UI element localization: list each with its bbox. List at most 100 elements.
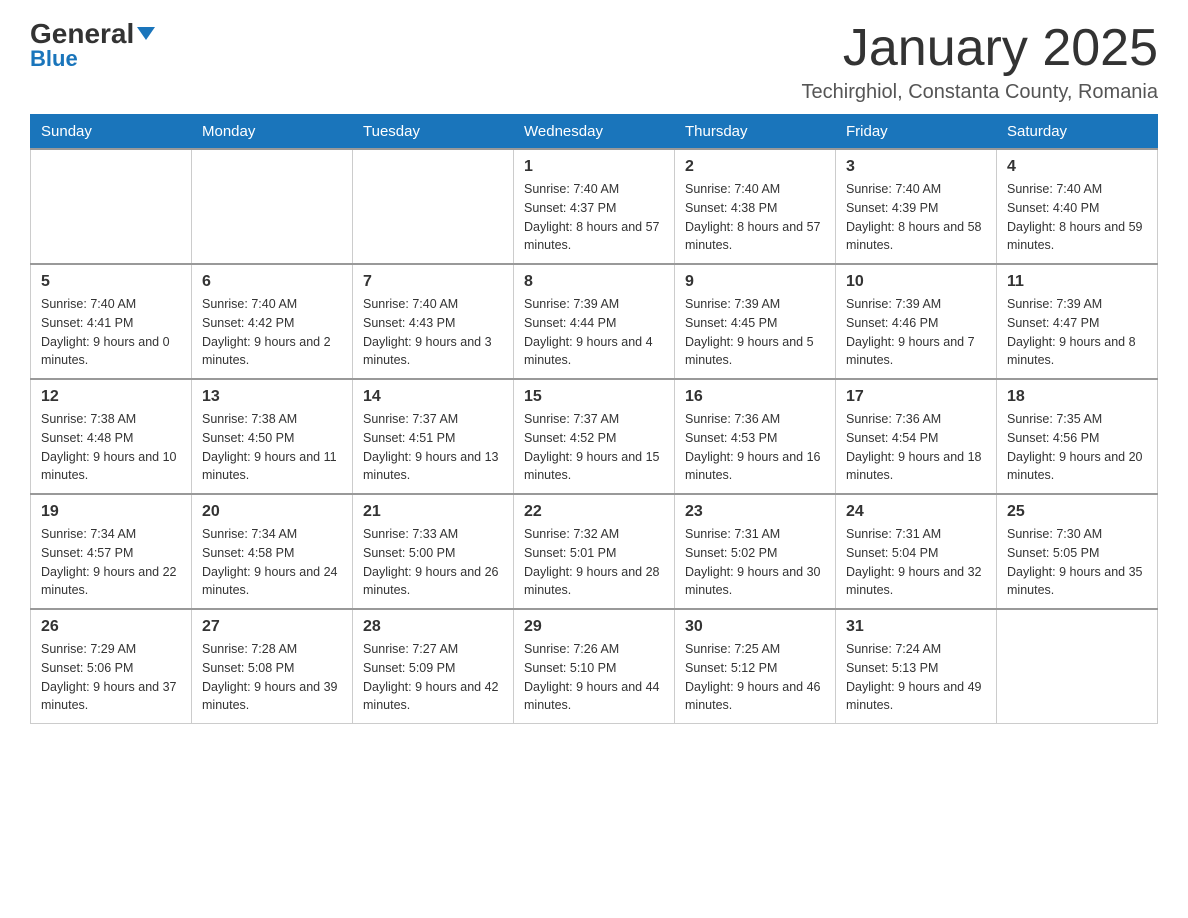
calendar-week-2: 5 Sunrise: 7:40 AM Sunset: 4:41 PM Daylig… <box>31 264 1158 379</box>
calendar-week-5: 26 Sunrise: 7:29 AM Sunset: 5:06 PM Dayli… <box>31 609 1158 724</box>
calendar-cell: 12 Sunrise: 7:38 AM Sunset: 4:48 PM Dayli… <box>31 379 192 494</box>
logo: General Blue <box>30 20 155 72</box>
calendar-cell: 14Sunrise: 7:37 AM Sunset: 4:51 PM Dayli… <box>353 379 514 494</box>
calendar-cell: 22 Sunrise: 7:32 AM Sunset: 5:01 PM Dayli… <box>514 494 675 609</box>
day-number: 3 <box>846 158 986 176</box>
day-number: 8 <box>524 273 664 291</box>
day-number: 28 <box>363 618 503 636</box>
calendar-cell: 28 Sunrise: 7:27 AM Sunset: 5:09 PM Dayli… <box>353 609 514 724</box>
day-info: Sunrise: 7:26 AM Sunset: 5:10 PM Dayligh… <box>524 640 664 715</box>
day-number: 31 <box>846 618 986 636</box>
day-number: 2 <box>685 158 825 176</box>
calendar-cell: 10 Sunrise: 7:39 AM Sunset: 4:46 PM Dayli… <box>836 264 997 379</box>
day-info: Sunrise: 7:40 AM Sunset: 4:37 PM Dayligh… <box>524 180 664 255</box>
day-number: 25 <box>1007 503 1147 521</box>
day-number: 30 <box>685 618 825 636</box>
day-number: 4 <box>1007 158 1147 176</box>
day-number: 9 <box>685 273 825 291</box>
header-sunday: Sunday <box>31 115 192 150</box>
day-info: Sunrise: 7:39 AM Sunset: 4:45 PM Dayligh… <box>685 295 825 370</box>
day-info: Sunrise: 7:37 AM Sunset: 4:51 PM Dayligh… <box>363 410 503 485</box>
day-info: Sunrise: 7:40 AM Sunset: 4:43 PM Dayligh… <box>363 295 503 370</box>
day-info: Sunrise: 7:40 AM Sunset: 4:40 PM Dayligh… <box>1007 180 1147 255</box>
day-info: Sunrise: 7:30 AM Sunset: 5:05 PM Dayligh… <box>1007 525 1147 600</box>
header-monday: Monday <box>192 115 353 150</box>
calendar-cell <box>192 149 353 264</box>
calendar-cell <box>353 149 514 264</box>
day-number: 20 <box>202 503 342 521</box>
day-info: Sunrise: 7:40 AM Sunset: 4:42 PM Dayligh… <box>202 295 342 370</box>
day-info: Sunrise: 7:40 AM Sunset: 4:38 PM Dayligh… <box>685 180 825 255</box>
day-info: Sunrise: 7:37 AM Sunset: 4:52 PM Dayligh… <box>524 410 664 485</box>
day-info: Sunrise: 7:35 AM Sunset: 4:56 PM Dayligh… <box>1007 410 1147 485</box>
title-area: January 2025 Techirghiol, Constanta Coun… <box>802 20 1158 104</box>
calendar-week-4: 19Sunrise: 7:34 AM Sunset: 4:57 PM Dayli… <box>31 494 1158 609</box>
calendar-cell: 20 Sunrise: 7:34 AM Sunset: 4:58 PM Dayli… <box>192 494 353 609</box>
day-number: 26 <box>41 618 181 636</box>
calendar-cell: 24 Sunrise: 7:31 AM Sunset: 5:04 PM Dayli… <box>836 494 997 609</box>
day-info: Sunrise: 7:32 AM Sunset: 5:01 PM Dayligh… <box>524 525 664 600</box>
day-number: 22 <box>524 503 664 521</box>
day-info: Sunrise: 7:40 AM Sunset: 4:41 PM Dayligh… <box>41 295 181 370</box>
calendar-cell: 6 Sunrise: 7:40 AM Sunset: 4:42 PM Daylig… <box>192 264 353 379</box>
calendar-cell: 19Sunrise: 7:34 AM Sunset: 4:57 PM Dayli… <box>31 494 192 609</box>
day-info: Sunrise: 7:34 AM Sunset: 4:58 PM Dayligh… <box>202 525 342 600</box>
day-number: 23 <box>685 503 825 521</box>
header-friday: Friday <box>836 115 997 150</box>
day-info: Sunrise: 7:27 AM Sunset: 5:09 PM Dayligh… <box>363 640 503 715</box>
calendar-cell: 25 Sunrise: 7:30 AM Sunset: 5:05 PM Dayli… <box>997 494 1158 609</box>
location-subtitle: Techirghiol, Constanta County, Romania <box>802 81 1158 104</box>
day-number: 19 <box>41 503 181 521</box>
day-info: Sunrise: 7:28 AM Sunset: 5:08 PM Dayligh… <box>202 640 342 715</box>
day-info: Sunrise: 7:33 AM Sunset: 5:00 PM Dayligh… <box>363 525 503 600</box>
calendar-cell: 17 Sunrise: 7:36 AM Sunset: 4:54 PM Dayli… <box>836 379 997 494</box>
day-info: Sunrise: 7:36 AM Sunset: 4:53 PM Dayligh… <box>685 410 825 485</box>
day-info: Sunrise: 7:29 AM Sunset: 5:06 PM Dayligh… <box>41 640 181 715</box>
page-header: General Blue January 2025 Techirghiol, C… <box>30 20 1158 104</box>
day-info: Sunrise: 7:25 AM Sunset: 5:12 PM Dayligh… <box>685 640 825 715</box>
day-info: Sunrise: 7:38 AM Sunset: 4:48 PM Dayligh… <box>41 410 181 485</box>
calendar-cell: 3Sunrise: 7:40 AM Sunset: 4:39 PM Daylig… <box>836 149 997 264</box>
calendar-cell: 31 Sunrise: 7:24 AM Sunset: 5:13 PM Dayli… <box>836 609 997 724</box>
day-info: Sunrise: 7:38 AM Sunset: 4:50 PM Dayligh… <box>202 410 342 485</box>
day-number: 5 <box>41 273 181 291</box>
day-number: 27 <box>202 618 342 636</box>
calendar-week-1: 1 Sunrise: 7:40 AM Sunset: 4:37 PM Daylig… <box>31 149 1158 264</box>
day-number: 7 <box>363 273 503 291</box>
header-tuesday: Tuesday <box>353 115 514 150</box>
day-info: Sunrise: 7:39 AM Sunset: 4:47 PM Dayligh… <box>1007 295 1147 370</box>
calendar-cell: 18 Sunrise: 7:35 AM Sunset: 4:56 PM Dayli… <box>997 379 1158 494</box>
day-number: 6 <box>202 273 342 291</box>
month-title: January 2025 <box>802 20 1158 77</box>
day-number: 12 <box>41 388 181 406</box>
calendar-cell: 15 Sunrise: 7:37 AM Sunset: 4:52 PM Dayli… <box>514 379 675 494</box>
calendar-cell: 27 Sunrise: 7:28 AM Sunset: 5:08 PM Dayli… <box>192 609 353 724</box>
header-wednesday: Wednesday <box>514 115 675 150</box>
day-info: Sunrise: 7:31 AM Sunset: 5:02 PM Dayligh… <box>685 525 825 600</box>
calendar-cell: 11Sunrise: 7:39 AM Sunset: 4:47 PM Dayli… <box>997 264 1158 379</box>
day-number: 15 <box>524 388 664 406</box>
day-info: Sunrise: 7:31 AM Sunset: 5:04 PM Dayligh… <box>846 525 986 600</box>
day-number: 17 <box>846 388 986 406</box>
calendar-cell: 13 Sunrise: 7:38 AM Sunset: 4:50 PM Dayli… <box>192 379 353 494</box>
calendar-header-row: SundayMondayTuesdayWednesdayThursdayFrid… <box>31 115 1158 150</box>
day-info: Sunrise: 7:24 AM Sunset: 5:13 PM Dayligh… <box>846 640 986 715</box>
day-number: 16 <box>685 388 825 406</box>
day-info: Sunrise: 7:36 AM Sunset: 4:54 PM Dayligh… <box>846 410 986 485</box>
day-number: 24 <box>846 503 986 521</box>
calendar-cell: 4 Sunrise: 7:40 AM Sunset: 4:40 PM Daylig… <box>997 149 1158 264</box>
calendar-cell: 8 Sunrise: 7:39 AM Sunset: 4:44 PM Daylig… <box>514 264 675 379</box>
day-number: 29 <box>524 618 664 636</box>
header-saturday: Saturday <box>997 115 1158 150</box>
day-number: 10 <box>846 273 986 291</box>
day-number: 1 <box>524 158 664 176</box>
day-number: 13 <box>202 388 342 406</box>
calendar-cell: 23 Sunrise: 7:31 AM Sunset: 5:02 PM Dayli… <box>675 494 836 609</box>
day-number: 21 <box>363 503 503 521</box>
calendar-cell: 9 Sunrise: 7:39 AM Sunset: 4:45 PM Daylig… <box>675 264 836 379</box>
calendar-cell: 7 Sunrise: 7:40 AM Sunset: 4:43 PM Daylig… <box>353 264 514 379</box>
day-info: Sunrise: 7:39 AM Sunset: 4:44 PM Dayligh… <box>524 295 664 370</box>
day-info: Sunrise: 7:39 AM Sunset: 4:46 PM Dayligh… <box>846 295 986 370</box>
calendar-cell: 16 Sunrise: 7:36 AM Sunset: 4:53 PM Dayli… <box>675 379 836 494</box>
day-number: 18 <box>1007 388 1147 406</box>
